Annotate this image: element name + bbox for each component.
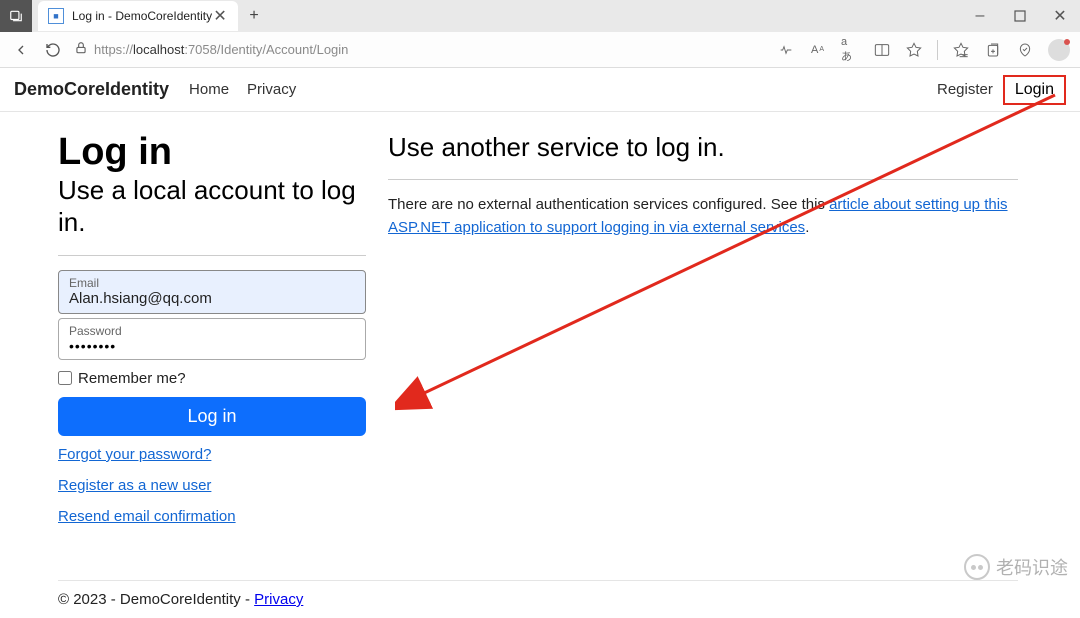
local-heading: Use a local account to log in. [58,174,383,239]
tab-title: Log in - DemoCoreIdentity [72,9,212,23]
watermark: 老码识途 [964,554,1068,580]
divider [388,179,1018,180]
text-size-icon[interactable]: AA [809,41,827,59]
browser-address-bar: https://localhost:7058/Identity/Account/… [0,32,1080,68]
url-host: localhost [133,42,184,57]
favicon-icon: ■ [48,8,64,24]
email-input[interactable] [69,290,355,307]
separator [937,40,938,60]
lock-icon [74,41,88,58]
external-text-post: . [805,219,809,236]
local-login-section: Log in Use a local account to log in. Em… [58,132,383,539]
password-label: Password [69,324,355,338]
resend-confirmation-link[interactable]: Resend email confirmation [58,508,383,525]
nav-login-label: Login [1015,81,1054,98]
watermark-icon [964,554,990,580]
email-field[interactable]: Email [58,270,366,314]
browser-tab[interactable]: ■ Log in - DemoCoreIdentity ✕ [38,1,238,31]
url-protocol: https:// [94,42,133,57]
url-path: :7058/Identity/Account/Login [184,42,348,57]
nav-home[interactable]: Home [189,81,229,98]
remember-label: Remember me? [78,370,186,387]
tab-actions-icon[interactable] [0,0,32,32]
url-field[interactable]: https://localhost:7058/Identity/Account/… [74,41,767,58]
external-text: There are no external authentication ser… [388,194,1028,239]
external-text-pre: There are no external authentication ser… [388,196,829,213]
page-title: Log in [58,132,383,174]
collections-icon[interactable] [984,41,1002,59]
window-close-icon[interactable]: ✕ [1040,0,1080,32]
external-heading: Use another service to log in. [388,132,1028,163]
remember-me[interactable]: Remember me? [58,370,383,387]
back-icon[interactable] [10,39,32,61]
nav-privacy[interactable]: Privacy [247,81,296,98]
divider [58,255,366,256]
split-screen-icon[interactable] [873,41,891,59]
refresh-icon[interactable] [42,39,64,61]
performance-icon[interactable] [1016,41,1034,59]
footer-privacy-link[interactable]: Privacy [254,591,303,608]
password-input[interactable]: •••••••• [69,338,355,354]
login-button[interactable]: Log in [58,397,366,436]
brand[interactable]: DemoCoreIdentity [14,79,169,100]
email-label: Email [69,276,355,290]
profile-avatar-icon[interactable] [1048,39,1070,61]
favorite-icon[interactable] [905,41,923,59]
favorites-list-icon[interactable] [952,41,970,59]
window-minimize-icon[interactable]: – [960,0,1000,32]
new-tab-button[interactable]: + [238,7,270,25]
app-navbar: DemoCoreIdentity Home Privacy Register L… [0,68,1080,112]
nav-login[interactable]: Login [1003,75,1066,105]
watermark-text: 老码识途 [996,554,1068,580]
external-login-section: Use another service to log in. There are… [388,132,1028,539]
browser-tab-strip: ■ Log in - DemoCoreIdentity ✕ + – ✕ [0,0,1080,32]
tracking-icon[interactable] [777,41,795,59]
nav-register[interactable]: Register [937,81,993,98]
browser-toolbar-icons: AA aあ [777,39,1070,61]
forgot-password-link[interactable]: Forgot your password? [58,446,383,463]
password-field[interactable]: Password •••••••• [58,318,366,360]
register-new-link[interactable]: Register as a new user [58,477,383,494]
footer-text: © 2023 - DemoCoreIdentity - [58,591,254,608]
translate-icon[interactable]: aあ [841,41,859,59]
footer: © 2023 - DemoCoreIdentity - Privacy [58,580,1018,608]
remember-checkbox[interactable] [58,371,72,385]
window-maximize-icon[interactable] [1000,0,1040,32]
tab-close-icon[interactable]: ✕ [212,8,228,24]
